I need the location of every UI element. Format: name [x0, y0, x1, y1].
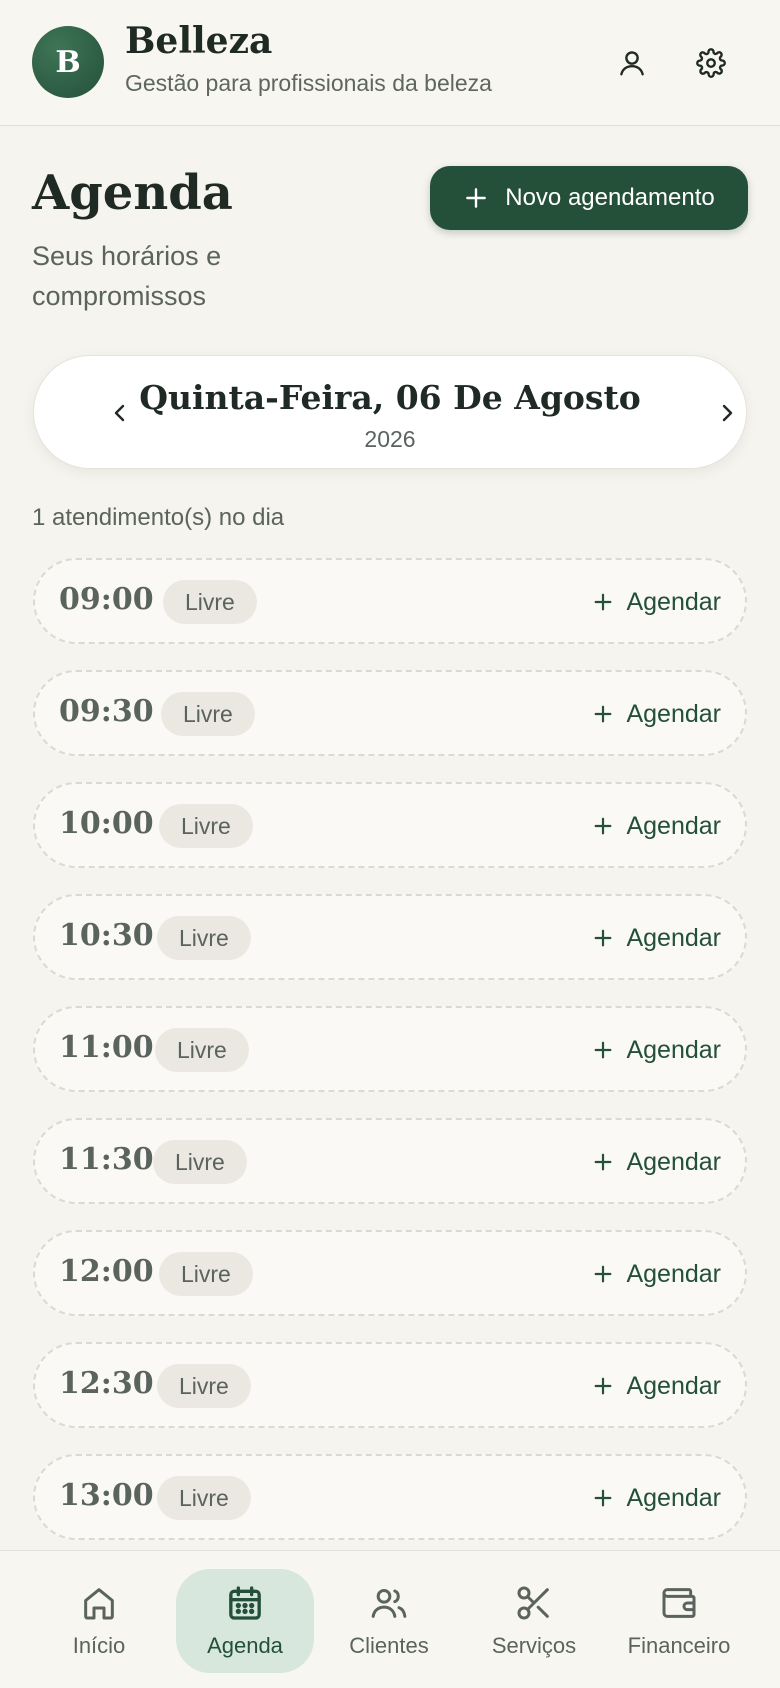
nav-item-clientes[interactable]: Clientes	[320, 1569, 458, 1673]
status-badge: Livre	[157, 1476, 251, 1520]
user-icon	[620, 51, 644, 76]
schedule-button[interactable]: Agendar	[592, 1254, 721, 1294]
nav-item-financeiro[interactable]: Financeiro	[610, 1569, 748, 1673]
schedule-label: Agendar	[626, 1147, 721, 1176]
plus-icon	[595, 1377, 612, 1395]
schedule-label: Agendar	[626, 1371, 721, 1400]
nav-label: Serviços	[491, 1633, 577, 1658]
status-badge: Livre	[161, 692, 255, 736]
plus-icon	[595, 593, 612, 611]
page-subtitle: Seus horários e compromissos	[32, 241, 222, 311]
plus-icon	[595, 1041, 612, 1059]
schedule-button[interactable]: Agendar	[592, 1478, 721, 1518]
schedule-label: Agendar	[626, 1259, 721, 1288]
plus-icon	[595, 929, 612, 947]
time-slot[interactable]: 11:00 Livre Agendar	[33, 1006, 747, 1092]
slot-time: 13:00	[59, 1478, 154, 1513]
plus-icon	[595, 1153, 612, 1171]
chevron-right-icon	[722, 404, 733, 422]
schedule-label: Agendar	[626, 1035, 721, 1064]
selected-date: Quinta-Feira, 06 De Agosto	[139, 378, 641, 417]
nav-label: Financeiro	[627, 1633, 731, 1658]
gear-icon	[696, 48, 726, 78]
plus-icon	[595, 1265, 612, 1283]
calendar-icon	[229, 1586, 261, 1620]
time-slot[interactable]: 11:30 Livre Agendar	[33, 1118, 747, 1204]
status-badge: Livre	[159, 804, 253, 848]
schedule-button[interactable]: Agendar	[592, 918, 721, 958]
plus-icon	[595, 817, 612, 835]
time-slot[interactable]: 10:30 Livre Agendar	[33, 894, 747, 980]
schedule-label: Agendar	[626, 1483, 721, 1512]
schedule-label: Agendar	[626, 587, 721, 616]
app-subtitle: Gestão para profissionais da beleza	[125, 70, 492, 96]
schedule-button[interactable]: Agendar	[592, 1366, 721, 1406]
plus-icon	[595, 1489, 612, 1507]
status-badge: Livre	[163, 580, 257, 624]
avatar[interactable]: B	[32, 26, 104, 98]
status-badge: Livre	[157, 916, 251, 960]
app-title: Belleza	[125, 20, 273, 62]
nav-item-servicos[interactable]: Serviços	[465, 1569, 603, 1673]
plus-icon	[595, 705, 612, 723]
time-slot[interactable]: 10:00 Livre Agendar	[33, 782, 747, 868]
time-slot[interactable]: 09:30 Livre Agendar	[33, 670, 747, 756]
slot-time: 12:00	[59, 1254, 154, 1289]
slot-time: 12:30	[59, 1366, 154, 1401]
nav-item-inicio[interactable]: Início	[30, 1569, 168, 1673]
selected-year: 2026	[364, 426, 416, 452]
scissors-icon	[517, 1586, 549, 1620]
schedule-button[interactable]: Agendar	[592, 1142, 721, 1182]
nav-label: Início	[72, 1633, 126, 1658]
nav-label: Agenda	[207, 1633, 283, 1658]
slot-time: 09:30	[59, 694, 154, 729]
status-badge: Livre	[155, 1028, 249, 1072]
settings-button[interactable]	[688, 40, 734, 86]
new-appointment-button[interactable]: Novo agendamento	[430, 166, 748, 230]
schedule-label: Agendar	[626, 923, 721, 952]
profile-button[interactable]	[609, 40, 655, 86]
page-title: Agenda	[32, 165, 233, 221]
slot-time: 11:30	[59, 1142, 154, 1177]
schedule-button[interactable]: Agendar	[592, 1030, 721, 1070]
slot-time: 10:30	[59, 918, 154, 953]
nav-label: Clientes	[349, 1633, 429, 1658]
schedule-label: Agendar	[626, 811, 721, 840]
users-icon	[371, 1589, 407, 1618]
home-icon	[84, 1588, 114, 1620]
time-slot[interactable]: 12:00 Livre Agendar	[33, 1230, 747, 1316]
time-slot[interactable]: 12:30 Livre Agendar	[33, 1342, 747, 1428]
time-slot[interactable]: 09:00 Livre Agendar	[33, 558, 747, 644]
bottom-navigation: Início Agenda Clientes Serviços Financei…	[0, 1550, 780, 1688]
time-slot[interactable]: 13:00 Livre Agendar	[33, 1454, 747, 1540]
next-day-button[interactable]	[705, 391, 749, 435]
new-appointment-label: Novo agendamento	[505, 184, 715, 211]
schedule-button[interactable]: Agendar	[592, 582, 721, 622]
wallet-icon	[662, 1588, 696, 1618]
plus-icon	[466, 188, 487, 208]
date-selector: Quinta-Feira, 06 De Agosto 2026	[33, 355, 747, 469]
nav-item-agenda[interactable]: Agenda	[176, 1569, 314, 1673]
slot-time: 09:00	[59, 582, 154, 617]
status-badge: Livre	[159, 1252, 253, 1296]
slot-time: 10:00	[59, 806, 154, 841]
schedule-button[interactable]: Agendar	[592, 806, 721, 846]
status-badge: Livre	[153, 1140, 247, 1184]
schedule-label: Agendar	[626, 699, 721, 728]
app-header: B Belleza Gestão para profissionais da b…	[0, 0, 780, 126]
schedule-button[interactable]: Agendar	[592, 694, 721, 734]
appointments-count: 1 atendimento(s) no dia	[32, 504, 285, 531]
status-badge: Livre	[157, 1364, 251, 1408]
slot-time: 11:00	[59, 1030, 154, 1065]
